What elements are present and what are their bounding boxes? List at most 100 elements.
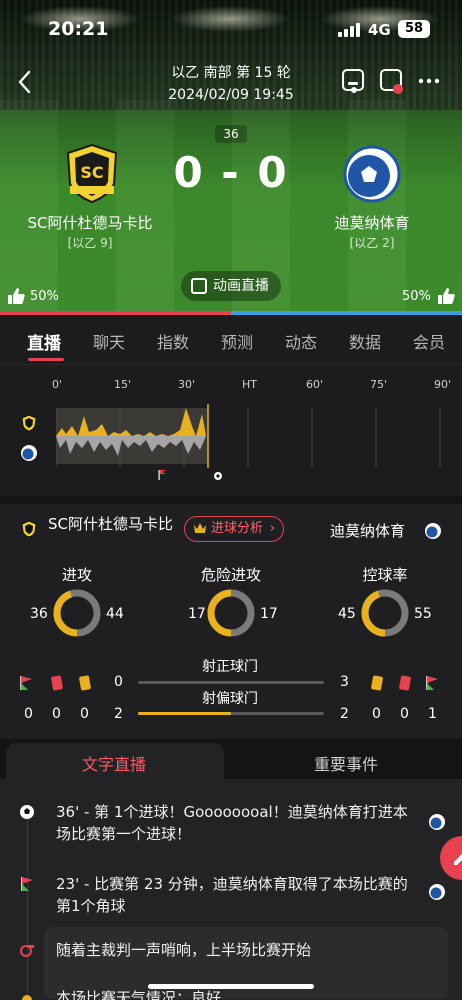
match-timeline: 0' 15' 30' HT 60' 75' 90' xyxy=(0,366,462,496)
tab-odds[interactable]: 指数 xyxy=(157,329,189,353)
shots-on-bar xyxy=(138,681,324,684)
crown-icon xyxy=(194,523,206,533)
tab-prediction[interactable]: 预测 xyxy=(221,329,253,353)
tab-key-events[interactable]: 重要事件 xyxy=(314,751,378,775)
away-team-crest[interactable] xyxy=(342,142,402,204)
goal-analysis-button[interactable]: 进球分析 › xyxy=(184,516,285,542)
shots-off-home: 2 xyxy=(114,706,123,722)
active-tab-indicator xyxy=(28,358,64,361)
metric-possession-away: 55 xyxy=(414,606,432,622)
thumbs-up-away-icon[interactable] xyxy=(436,286,456,306)
record-icon[interactable] xyxy=(378,68,404,94)
away-team-feed-icon xyxy=(429,884,445,900)
danger-attack-donut xyxy=(207,589,255,637)
timeline-tick: 90' xyxy=(434,378,452,391)
metric-possession-home: 45 xyxy=(338,606,356,622)
tab-member[interactable]: 会员 xyxy=(413,329,445,353)
metric-danger-home: 17 xyxy=(188,606,206,622)
home-vote-percent: 50% xyxy=(30,289,59,304)
more-icon[interactable] xyxy=(416,68,442,94)
metric-attack-home: 36 xyxy=(30,606,48,622)
timeline-tick: 60' xyxy=(306,378,324,391)
home-red-card-icon xyxy=(51,675,63,691)
feed-timeline-line xyxy=(27,809,28,1000)
home-team-crest[interactable]: SC xyxy=(62,142,122,204)
animation-icon xyxy=(191,278,207,294)
away-yellow-card-icon xyxy=(371,675,383,691)
away-team-name[interactable]: 迪莫纳体育 xyxy=(282,212,462,233)
home-yellow-count: 0 xyxy=(80,706,89,722)
attack-donut xyxy=(53,589,101,637)
away-team-crest-small xyxy=(425,523,441,539)
home-red-count: 0 xyxy=(52,706,61,722)
svg-text:SC: SC xyxy=(80,163,103,182)
stats-away-name: 迪莫纳体育 xyxy=(330,522,406,540)
home-indicator xyxy=(148,984,314,989)
shots-on-label: 射正球门 xyxy=(202,659,258,675)
home-timeline-crest xyxy=(21,414,37,432)
goal-analysis-label: 进球分析 xyxy=(211,521,264,536)
away-red-count: 0 xyxy=(400,706,409,722)
metric-danger-away: 17 xyxy=(260,606,278,622)
away-team-rank: [以乙 2] xyxy=(349,236,395,250)
signal-icon xyxy=(338,23,362,37)
shots-off-away: 2 xyxy=(340,706,349,722)
home-corner-icon xyxy=(20,676,32,690)
away-team-feed-icon xyxy=(429,814,445,830)
tab-data[interactable]: 数据 xyxy=(349,329,381,353)
stats-home-name: SC阿什杜德马卡比 xyxy=(48,515,173,533)
tab-chat[interactable]: 聊天 xyxy=(93,329,125,353)
stats-panel: SC阿什杜德马卡比 进球分析 › 迪莫纳体育 进攻 36 44 危险进攻 17 … xyxy=(0,504,462,739)
ball-icon xyxy=(20,805,34,819)
chevron-right-icon: › xyxy=(269,521,276,536)
battery-icon: 58 xyxy=(398,20,430,38)
thumbs-up-home-icon[interactable] xyxy=(6,286,26,306)
timeline-tick: HT xyxy=(242,378,257,391)
momentum-chart xyxy=(56,404,441,480)
shots-off-bar xyxy=(138,712,324,715)
tab-live[interactable]: 直播 xyxy=(27,329,61,354)
home-corners-count: 0 xyxy=(24,706,33,722)
away-timeline-crest xyxy=(21,445,37,461)
tab-text-live[interactable]: 文字直播 xyxy=(82,751,146,775)
section-divider xyxy=(0,496,462,504)
metric-attack-away: 44 xyxy=(106,606,124,622)
corner-flag-icon xyxy=(21,877,33,891)
pencil-icon xyxy=(454,854,462,865)
away-corners-count: 1 xyxy=(428,706,437,722)
home-team-crest-small xyxy=(21,520,37,538)
commentary-tabs: 文字直播 重要事件 xyxy=(0,739,462,779)
whistle-icon xyxy=(20,945,34,957)
commentary-feed: 36' - 第 1个进球！Goooooooal！迪莫纳体育打进本场比赛第一个进球… xyxy=(0,779,462,1000)
animation-live-button[interactable]: 动画直播 xyxy=(181,271,281,301)
timeline-tick: 30' xyxy=(178,378,196,391)
metric-possession-label: 控球率 xyxy=(362,566,408,584)
timeline-tick: 15' xyxy=(114,378,132,391)
match-minute: 36 xyxy=(215,125,247,143)
away-red-card-icon xyxy=(399,675,411,691)
home-team-rank: [以乙 9] xyxy=(67,236,113,250)
timeline-tick: 0' xyxy=(52,378,63,391)
main-tabs: 直播 聊天 指数 预测 动态 数据 会员 xyxy=(0,315,462,365)
feed-item-text: 随着主裁判一声哨响，上半场比赛开始 xyxy=(56,941,312,959)
shots-on-away: 3 xyxy=(340,674,349,690)
animation-live-label: 动画直播 xyxy=(213,278,269,294)
metric-attack-label: 进攻 xyxy=(61,566,92,584)
phone-mode-icon[interactable] xyxy=(340,68,366,94)
away-vote-percent: 50% xyxy=(402,289,431,304)
home-yellow-card-icon xyxy=(79,675,91,691)
feed-item-text: 36' - 第 1个进球！Goooooooal！迪莫纳体育打进本场比赛第一个进球… xyxy=(56,803,408,843)
away-corner-icon xyxy=(426,676,438,690)
status-bar: 20:21 4G 58 xyxy=(0,0,462,56)
home-team-name[interactable]: SC阿什杜德马卡比 xyxy=(0,212,180,233)
feed-item-text: 23' - 比赛第 23 分钟，迪莫纳体育取得了本场比赛的第1个角球 xyxy=(56,875,408,915)
shots-on-home: 0 xyxy=(114,674,123,690)
network-type: 4G xyxy=(368,21,391,39)
shots-off-home-fill xyxy=(138,712,231,715)
tab-news[interactable]: 动态 xyxy=(285,329,317,353)
timeline-tick: 75' xyxy=(370,378,388,391)
metric-danger-label: 危险进攻 xyxy=(200,566,261,584)
clock: 20:21 xyxy=(48,18,109,40)
weather-icon xyxy=(22,995,32,1000)
shots-off-label: 射偏球门 xyxy=(202,691,258,707)
